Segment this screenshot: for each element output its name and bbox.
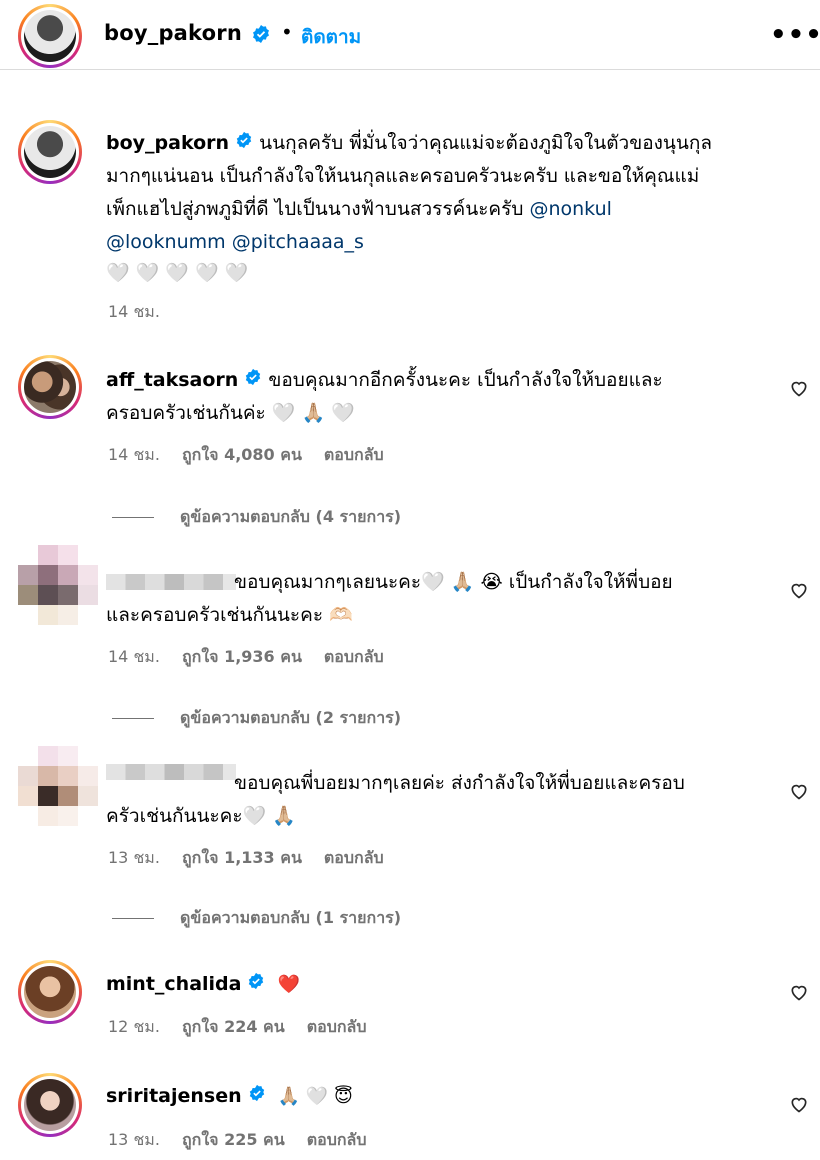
comment-avatar-blurred[interactable]	[18, 545, 98, 625]
comment-avatar[interactable]	[18, 960, 82, 1024]
comment-text: และครอบครัวเช่นกันนะคะ 🫶🏻	[106, 604, 353, 626]
comment-text: ขอบคุณมากๆเลยนะคะ🤍 🙏🏼 😭 เป็นกำลังใจให้พี…	[234, 571, 673, 593]
follow-button[interactable]: ติดตาม	[301, 22, 361, 52]
comment-text: ครัวเช่นกันนะคะ🤍 🙏🏼	[106, 805, 296, 827]
heart-outline-icon[interactable]	[789, 378, 809, 402]
view-replies-label: ดูข้อความตอบกลับ (2 รายการ)	[180, 708, 402, 727]
caption-text-2: มากๆแน่นอน เป็นกำลังใจให้นนกุลและครอบครั…	[106, 165, 700, 187]
comment-username[interactable]: aff_taksaorn	[106, 369, 238, 391]
reply-button[interactable]: ตอบกลับ	[324, 846, 384, 871]
view-replies-button[interactable]: ดูข้อความตอบกลับ (1 รายการ)	[112, 906, 401, 931]
comment-meta: 14 ชม. ถูกใจ 4,080 คน ตอบกลับ	[108, 443, 384, 468]
verified-badge-icon	[244, 364, 262, 397]
comment-meta: 14 ชม. ถูกใจ 1,936 คน ตอบกลับ	[108, 645, 384, 670]
separator-dot: •	[281, 20, 293, 44]
comment-line-1: sriritajensen 🙏🏼 🤍 😇	[106, 1080, 776, 1113]
like-count[interactable]: ถูกใจ 1,133 คน	[182, 846, 302, 871]
comment-username-blurred	[106, 764, 236, 780]
verified-badge-icon	[248, 1080, 266, 1113]
timestamp[interactable]: 13 ชม.	[108, 1128, 160, 1153]
header-avatar[interactable]	[18, 4, 82, 68]
comment-meta: 13 ชม. ถูกใจ 1,133 คน ตอบกลับ	[108, 846, 384, 871]
heart-outline-icon[interactable]	[789, 781, 809, 805]
heart-outline-icon[interactable]	[789, 580, 809, 604]
timestamp[interactable]: 14 ชม.	[108, 645, 160, 670]
comment-text: 🙏🏼 🤍 😇	[277, 1086, 353, 1107]
timestamp[interactable]: 14 ชม.	[108, 443, 160, 468]
header-username[interactable]: boy_pakorn	[104, 21, 242, 45]
verified-badge-icon	[251, 24, 271, 48]
mention-link[interactable]: @nonkul	[529, 198, 611, 220]
comment-text: ครอบครัวเช่นกันค่ะ 🤍 🙏🏼 🤍	[106, 402, 355, 424]
verified-badge-icon	[247, 968, 265, 1001]
like-count[interactable]: ถูกใจ 1,936 คน	[182, 645, 302, 670]
mention-link[interactable]: @pitchaaaa_s	[232, 231, 364, 253]
comment-line-1: mint_chalida ❤️	[106, 968, 776, 1001]
comment-avatar[interactable]	[18, 1073, 82, 1137]
comment-username[interactable]: mint_chalida	[106, 973, 241, 995]
timestamp[interactable]: 13 ชม.	[108, 846, 160, 871]
mention-link[interactable]: @looknumm	[106, 231, 226, 253]
view-replies-label: ดูข้อความตอบกลับ (1 รายการ)	[180, 908, 402, 927]
post-header: boy_pakorn • ติดตาม •••	[0, 0, 820, 70]
divider	[112, 517, 154, 518]
comment-text: ❤️	[277, 974, 300, 995]
caption-emojis: 🤍 🤍 🤍 🤍 🤍	[106, 262, 249, 284]
caption-text-3: เพ็กแฮไปสู่ภพภูมิที่ดี ไปเป็นนางฟ้าบนสวร…	[106, 198, 524, 220]
caption-line-4: @looknumm @pitchaaaa_s	[106, 226, 806, 259]
view-replies-button[interactable]: ดูข้อความตอบกลับ (2 รายการ)	[112, 706, 401, 731]
like-count[interactable]: ถูกใจ 4,080 คน	[182, 443, 302, 468]
reply-button[interactable]: ตอบกลับ	[307, 1128, 367, 1153]
more-options-icon[interactable]: •••	[770, 20, 820, 50]
caption-meta: 14 ชม.	[108, 300, 160, 325]
caption-text-1: นนกุลครับ พี่มั่นใจว่าคุณแม่จะต้องภูมิใจ…	[259, 132, 713, 154]
comment-username-blurred	[106, 574, 236, 590]
caption-avatar[interactable]	[18, 120, 82, 184]
comment-line-1: aff_taksaorn ขอบคุณมากอีกครั้งนะคะ เป็นก…	[106, 364, 776, 397]
comment-meta: 12 ชม. ถูกใจ 224 คน ตอบกลับ	[108, 1015, 367, 1040]
heart-outline-icon[interactable]	[789, 982, 809, 1006]
reply-button[interactable]: ตอบกลับ	[307, 1015, 367, 1040]
caption-username[interactable]: boy_pakorn	[106, 132, 229, 154]
divider	[112, 918, 154, 919]
verified-badge-icon	[235, 127, 253, 160]
reply-button[interactable]: ตอบกลับ	[324, 443, 384, 468]
divider	[112, 718, 154, 719]
view-replies-button[interactable]: ดูข้อความตอบกลับ (4 รายการ)	[112, 505, 401, 530]
comment-meta: 13 ชม. ถูกใจ 225 คน ตอบกลับ	[108, 1128, 367, 1153]
reply-button[interactable]: ตอบกลับ	[324, 645, 384, 670]
timestamp[interactable]: 14 ชม.	[108, 300, 160, 325]
heart-outline-icon[interactable]	[789, 1094, 809, 1118]
view-replies-label: ดูข้อความตอบกลับ (4 รายการ)	[180, 507, 402, 526]
comment-avatar[interactable]	[18, 355, 82, 419]
like-count[interactable]: ถูกใจ 224 คน	[182, 1015, 285, 1040]
caption-line-3: เพ็กแฮไปสู่ภพภูมิที่ดี ไปเป็นนางฟ้าบนสวร…	[106, 193, 806, 226]
comment-avatar-blurred[interactable]	[18, 746, 98, 826]
timestamp[interactable]: 12 ชม.	[108, 1015, 160, 1040]
comment-text: ขอบคุณพี่บอยมากๆเลยค่ะ ส่งกำลังใจให้พี่บ…	[234, 772, 685, 794]
like-count[interactable]: ถูกใจ 225 คน	[182, 1128, 285, 1153]
caption-line-1: boy_pakorn นนกุลครับ พี่มั่นใจว่าคุณแม่จ…	[106, 127, 806, 160]
comment-username[interactable]: sriritajensen	[106, 1085, 242, 1107]
comment-text: ขอบคุณมากอีกครั้งนะคะ เป็นกำลังใจให้บอยแ…	[268, 369, 663, 391]
